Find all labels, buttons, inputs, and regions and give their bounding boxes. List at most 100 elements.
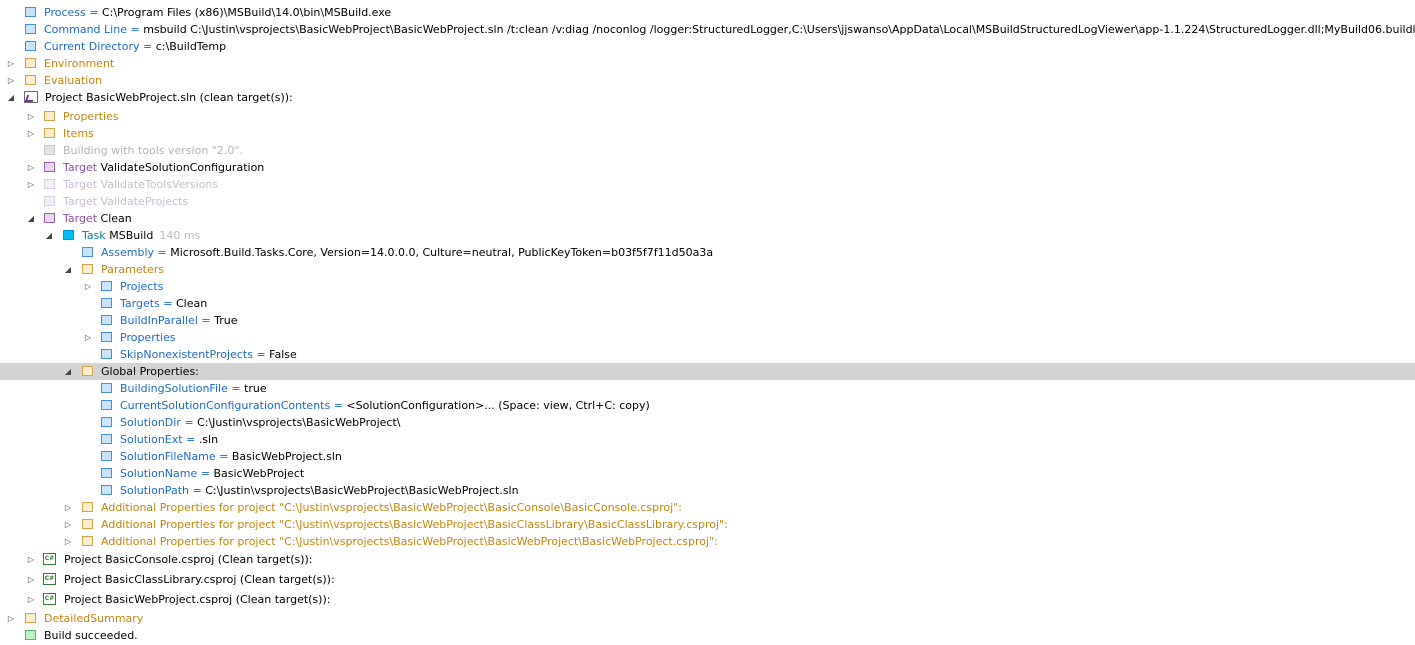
property-name: BuildingSolutionFile xyxy=(120,382,228,395)
property-icon xyxy=(101,400,112,410)
task-name: MSBuild xyxy=(109,229,154,242)
expand-arrow-icon[interactable]: ▷ xyxy=(7,72,15,89)
target-icon xyxy=(44,179,55,189)
folder-icon xyxy=(82,264,93,274)
target-icon xyxy=(44,196,55,206)
tree-row-detailed-summary[interactable]: ▷ DetailedSummary xyxy=(0,610,1415,627)
expand-arrow-icon[interactable]: ▷ xyxy=(27,551,35,568)
tree-row-solution-dir[interactable]: SolutionDir = C:\Justin\vsprojects\Basic… xyxy=(0,414,1415,431)
tree-row-solution-ext[interactable]: SolutionExt = .sln xyxy=(0,431,1415,448)
folder-icon xyxy=(44,111,55,121)
expand-arrow-icon[interactable]: ▷ xyxy=(27,125,35,142)
tree-row-process[interactable]: Process = C:\Program Files (x86)\MSBuild… xyxy=(0,4,1415,21)
tree-row-param-projects[interactable]: ▷ Projects xyxy=(0,278,1415,295)
tree-row-task-msbuild[interactable]: ◢ Task MSBuild 140 ms xyxy=(0,227,1415,244)
expand-arrow-icon[interactable]: ▷ xyxy=(27,176,35,193)
expand-arrow-icon[interactable]: ▷ xyxy=(27,159,35,176)
collapse-arrow-icon[interactable]: ◢ xyxy=(7,89,15,106)
property-value: C:\Program Files (x86)\MSBuild\14.0\bin\… xyxy=(101,6,392,19)
property-icon xyxy=(101,349,112,359)
property-name: Properties xyxy=(120,331,176,344)
property-value: Microsoft.Build.Tasks.Core, Version=14.0… xyxy=(170,246,714,259)
tree-row-additional-properties-basic-class-library[interactable]: ▷ Additional Properties for project "C:\… xyxy=(0,516,1415,533)
expand-arrow-icon[interactable]: ▷ xyxy=(27,571,35,588)
tree-row-items[interactable]: ▷ Items xyxy=(0,125,1415,142)
tree-row-solution-name[interactable]: SolutionName = BasicWebProject xyxy=(0,465,1415,482)
folder-label: Global Properties: xyxy=(101,365,199,378)
expand-arrow-icon[interactable]: ▷ xyxy=(84,329,92,346)
property-icon xyxy=(101,451,112,461)
project-label: Project BasicConsole.csproj (Clean targe… xyxy=(64,553,313,566)
property-value: Clean xyxy=(175,297,208,310)
expand-arrow-icon[interactable]: ▷ xyxy=(7,55,15,72)
target-name: ValidateToolsVersions xyxy=(100,178,219,191)
property-icon xyxy=(101,281,112,291)
property-icon xyxy=(101,468,112,478)
tree-row-project-basic-class-library[interactable]: ▷ C# Project BasicClassLibrary.csproj (C… xyxy=(0,571,1415,588)
property-value: BasicWebProject.sln xyxy=(231,450,342,463)
expand-arrow-icon[interactable]: ▷ xyxy=(84,278,92,295)
tree-row-current-directory[interactable]: Current Directory = c:\BuildTemp xyxy=(0,38,1415,55)
tree-row-parameters[interactable]: ◢ Parameters xyxy=(0,261,1415,278)
tree-row-target-validate-tools-versions[interactable]: ▷ Target ValidateToolsVersions xyxy=(0,176,1415,193)
property-icon xyxy=(25,41,36,51)
property-value: msbuild C:\Justin\vsprojects\BasicWebPro… xyxy=(143,23,1415,36)
message-text: Building with tools version "2.0". xyxy=(63,144,243,157)
collapse-arrow-icon[interactable]: ◢ xyxy=(64,261,72,278)
tree-row-tools-version-message[interactable]: Building with tools version "2.0". xyxy=(0,142,1415,159)
tree-row-project-basic-console[interactable]: ▷ C# Project BasicConsole.csproj (Clean … xyxy=(0,551,1415,568)
tree-row-properties[interactable]: ▷ Properties xyxy=(0,108,1415,125)
tree-row-param-build-in-parallel[interactable]: BuildInParallel = True xyxy=(0,312,1415,329)
property-value: .sln xyxy=(198,433,219,446)
expand-arrow-icon[interactable]: ▷ xyxy=(64,499,72,516)
property-name: Command Line xyxy=(44,23,127,36)
folder-icon xyxy=(82,519,93,529)
tree-row-solution-file-name[interactable]: SolutionFileName = BasicWebProject.sln xyxy=(0,448,1415,465)
expand-arrow-icon[interactable]: ▷ xyxy=(27,591,35,608)
tree-row-additional-properties-basic-console[interactable]: ▷ Additional Properties for project "C:\… xyxy=(0,499,1415,516)
tree-row-param-targets[interactable]: Targets = Clean xyxy=(0,295,1415,312)
tree-row-target-validate-solution-configuration[interactable]: ▷ Target ValidateSolutionConfiguration xyxy=(0,159,1415,176)
target-name: ValidateProjects xyxy=(100,195,189,208)
expand-arrow-icon[interactable]: ▷ xyxy=(64,533,72,550)
tree-row-current-solution-configuration-contents[interactable]: CurrentSolutionConfigurationContents = <… xyxy=(0,397,1415,414)
property-value: True xyxy=(214,314,238,327)
property-name: Projects xyxy=(120,280,164,293)
tree-row-project-sln[interactable]: ◢ Project BasicWebProject.sln (clean tar… xyxy=(0,89,1415,106)
tree-row-command-line[interactable]: Command Line = msbuild C:\Justin\vsproje… xyxy=(0,21,1415,38)
collapse-arrow-icon[interactable]: ◢ xyxy=(27,210,35,227)
property-icon xyxy=(101,434,112,444)
tree-row-build-succeeded[interactable]: Build succeeded. xyxy=(0,627,1415,644)
tree-row-global-properties[interactable]: ◢ Global Properties: xyxy=(0,363,1415,380)
expand-arrow-icon[interactable]: ▷ xyxy=(27,108,35,125)
tree-row-building-solution-file[interactable]: BuildingSolutionFile = true xyxy=(0,380,1415,397)
collapse-arrow-icon[interactable]: ◢ xyxy=(45,227,53,244)
tree-row-param-properties[interactable]: ▷ Properties xyxy=(0,329,1415,346)
folder-label: Evaluation xyxy=(44,74,103,87)
build-log-tree: Process = C:\Program Files (x86)\MSBuild… xyxy=(0,0,1415,645)
collapse-arrow-icon[interactable]: ◢ xyxy=(64,363,72,380)
folder-icon xyxy=(25,75,36,85)
expand-arrow-icon[interactable]: ▷ xyxy=(64,516,72,533)
folder-label: Environment xyxy=(44,57,115,70)
tree-row-target-clean[interactable]: ◢ Target Clean xyxy=(0,210,1415,227)
tree-row-param-skip-nonexistent[interactable]: SkipNonexistentProjects = False xyxy=(0,346,1415,363)
target-keyword: Target xyxy=(63,178,98,191)
tree-row-assembly[interactable]: Assembly = Microsoft.Build.Tasks.Core, V… xyxy=(0,244,1415,261)
tree-row-solution-path[interactable]: SolutionPath = C:\Justin\vsprojects\Basi… xyxy=(0,482,1415,499)
property-icon xyxy=(101,383,112,393)
tree-row-environment[interactable]: ▷ Environment xyxy=(0,55,1415,72)
folder-label: Additional Properties for project "C:\Ju… xyxy=(101,535,718,548)
tree-row-project-basic-web-project[interactable]: ▷ C# Project BasicWebProject.csproj (Cle… xyxy=(0,591,1415,608)
property-name: SolutionFileName xyxy=(120,450,216,463)
property-name: Assembly xyxy=(101,246,155,259)
expand-arrow-icon[interactable]: ▷ xyxy=(7,610,15,627)
folder-icon xyxy=(44,128,55,138)
folder-label: Items xyxy=(63,127,94,140)
tree-row-evaluation[interactable]: ▷ Evaluation xyxy=(0,72,1415,89)
property-name: SkipNonexistentProjects xyxy=(120,348,253,361)
property-value: c:\BuildTemp xyxy=(155,40,227,53)
tree-row-additional-properties-basic-web-project[interactable]: ▷ Additional Properties for project "C:\… xyxy=(0,533,1415,550)
tree-row-target-validate-projects[interactable]: Target ValidateProjects xyxy=(0,193,1415,210)
folder-icon xyxy=(82,502,93,512)
